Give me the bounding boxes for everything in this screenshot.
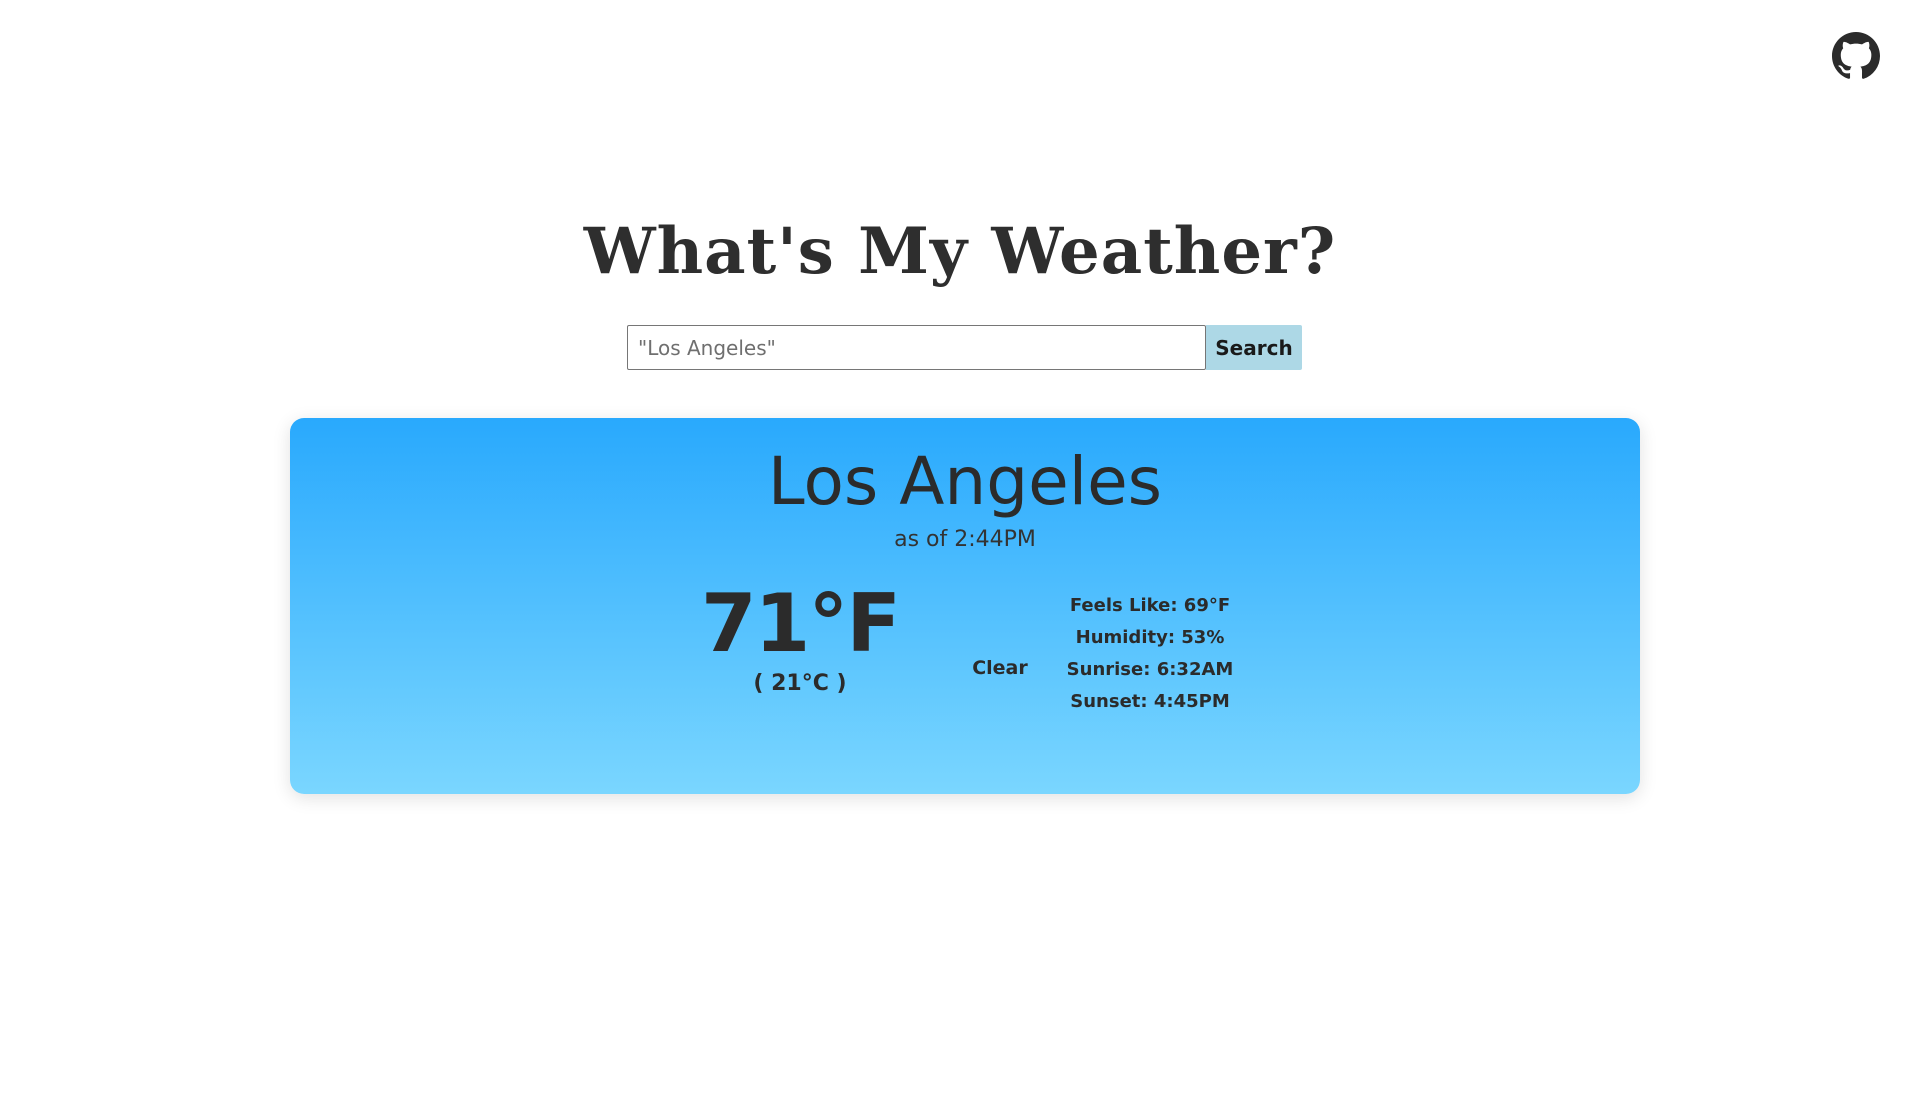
temperature-fahrenheit: 71°F (701, 577, 901, 670)
search-button[interactable]: Search (1206, 325, 1302, 370)
page-title: What's My Weather? (583, 214, 1337, 289)
weather-card: Los Angeles as of 2:44PM 71°F ( 21°C ) C… (290, 418, 1640, 794)
github-icon (1832, 32, 1880, 80)
sunset: Sunset: 4:45PM (1070, 691, 1230, 712)
search-input[interactable] (627, 325, 1206, 370)
temperature-celsius: ( 21°C ) (753, 671, 847, 696)
github-link[interactable] (1832, 32, 1880, 80)
sunrise: Sunrise: 6:32AM (1066, 659, 1234, 680)
city-name: Los Angeles (767, 443, 1163, 520)
search-bar: Search (627, 325, 1302, 370)
humidity: Humidity: 53% (1075, 627, 1225, 648)
feels-like: Feels Like: 69°F (1069, 595, 1231, 616)
weather-details: Feels Like: 69°F Humidity: 53% Sunrise: … (1030, 590, 1270, 718)
updated-time: as of 2:44PM (894, 527, 1036, 552)
